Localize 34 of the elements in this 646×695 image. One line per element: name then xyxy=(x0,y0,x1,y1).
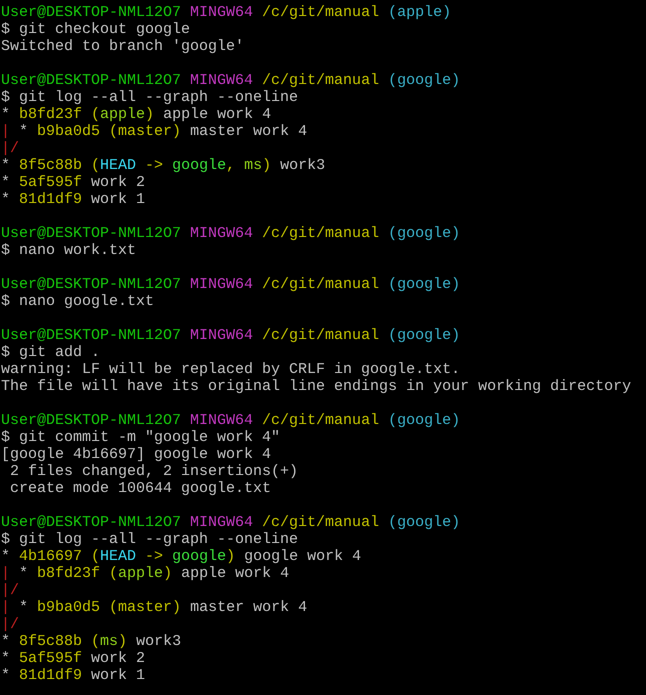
terminal-line: $ git checkout google xyxy=(1,21,190,38)
terminal-line: Switched to branch 'google' xyxy=(1,38,244,55)
terminal-line: User@DESKTOP-NML12O7 MINGW64 /c/git/manual (apple) xyxy=(1,4,452,21)
terminal-line: User@DESKTOP-NML12O7 MINGW64 /c/git/manual (google) xyxy=(1,327,460,344)
terminal-line: * 5af595f work 2 xyxy=(1,650,146,667)
terminal-line: User@DESKTOP-NML12O7 MINGW64 /c/git/manual (google) xyxy=(1,276,460,293)
terminal-line: * 5af595f work 2 xyxy=(1,174,146,191)
terminal-line: | * b9ba0d5 (master) master work 4 xyxy=(1,123,308,140)
terminal-line: User@DESKTOP-NML12O7 MINGW64 /c/git/manual (google) xyxy=(1,412,460,429)
terminal-line: $ nano work.txt xyxy=(1,242,136,259)
terminal-line: * 81d1df9 work 1 xyxy=(1,191,146,208)
terminal-line: $ git add . xyxy=(1,344,100,361)
terminal-line: $ git log --all --graph --oneline xyxy=(1,89,298,106)
terminal-line: |/ xyxy=(1,582,20,599)
terminal-line: warning: LF will be replaced by CRLF in google.txt. xyxy=(1,361,460,378)
terminal-line: | * b9ba0d5 (master) master work 4 xyxy=(1,599,308,616)
terminal-line: [google 4b16697] google work 4 xyxy=(1,446,272,463)
terminal-line: User@DESKTOP-NML12O7 MINGW64 /c/git/manual (google) xyxy=(1,72,460,89)
terminal-line: * 4b16697 (HEAD -> google) google work 4 xyxy=(1,548,362,565)
terminal-line: * 81d1df9 work 1 xyxy=(1,667,146,684)
terminal-line: create mode 100644 google.txt xyxy=(9,480,272,497)
terminal-line: |/ xyxy=(1,140,20,157)
terminal-line: 2 files changed, 2 insertions(+) xyxy=(9,463,298,480)
terminal-line: * 8f5c88b (ms) work3 xyxy=(1,633,182,650)
terminal-line: $ nano google.txt xyxy=(1,293,154,310)
terminal-line: | * b8fd23f (apple) apple work 4 xyxy=(1,565,290,582)
terminal-line: * 8f5c88b (HEAD -> google, ms) work3 xyxy=(1,157,326,174)
terminal-line: User@DESKTOP-NML12O7 MINGW64 /c/git/manual (google) xyxy=(1,225,460,242)
terminal-line: User@DESKTOP-NML12O7 MINGW64 /c/git/manual (google) xyxy=(1,514,460,531)
terminal-line: The file will have its original line endings in your working directory xyxy=(1,378,632,395)
terminal-line: * b8fd23f (apple) apple work 4 xyxy=(1,106,272,123)
terminal-line: $ git log --all --graph --oneline xyxy=(1,531,298,548)
terminal-line: $ git commit -m "google work 4" xyxy=(1,429,280,446)
terminal-line: |/ xyxy=(1,616,20,633)
